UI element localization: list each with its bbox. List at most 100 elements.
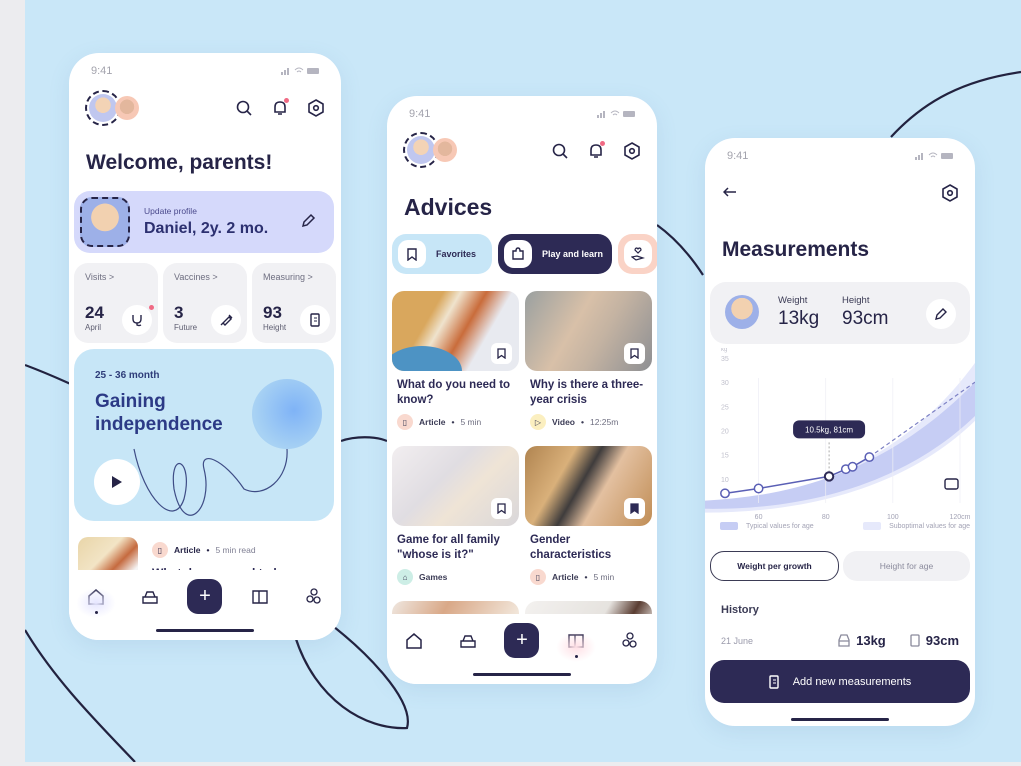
card-duration: 12:25m [589, 417, 619, 427]
separator: • [451, 417, 455, 427]
nav-growth[interactable] [613, 624, 647, 658]
y-tick-label: 10 [721, 477, 729, 484]
status-bar: 9:41 [727, 148, 955, 164]
card-type: Video [552, 417, 575, 427]
legend-label: Suboptimal values for age [889, 522, 970, 530]
add-button[interactable]: + [504, 623, 540, 658]
nav-games[interactable] [133, 580, 167, 614]
growth-chart[interactable]: 10 15 20 25 30 35 kg 60 80 100 120cm 10.5kg, 81cm [705, 348, 975, 538]
bookmark-icon[interactable] [491, 498, 512, 519]
avatar-second[interactable] [433, 138, 457, 162]
nav-games[interactable] [451, 624, 485, 658]
card-type: Games [419, 572, 448, 582]
chip-play-and-learn[interactable]: Play and learn [498, 234, 612, 274]
card-image [525, 291, 652, 371]
history-row[interactable]: 21 June 13kg 93cm [721, 633, 959, 648]
settings-icon[interactable] [941, 184, 959, 202]
y-tick-label: 25 [721, 404, 729, 411]
nav-advices[interactable] [556, 624, 597, 662]
tab-weight-per-growth[interactable]: Weight per growth [710, 551, 839, 581]
avatar-second[interactable] [115, 96, 139, 120]
notification-dot [600, 141, 605, 146]
tab-height-for-age[interactable]: Height for age [843, 551, 970, 581]
tooltip-text: 10.5kg, 81cm [805, 425, 853, 434]
card-type: Article [552, 572, 579, 582]
nav-home[interactable] [76, 580, 117, 618]
data-point [753, 483, 764, 494]
play-button[interactable] [94, 459, 140, 505]
syringe-icon[interactable] [211, 305, 241, 335]
x-tick-label: 120cm [949, 514, 970, 521]
add-button[interactable]: + [187, 579, 223, 614]
add-measurements-button[interactable]: Add new measurements [710, 660, 970, 703]
chip-label: Favorites [436, 249, 477, 259]
nav-advices[interactable] [243, 580, 277, 614]
add-button-label: Add new measurements [792, 675, 912, 688]
heart-hand-icon [624, 240, 652, 268]
data-point [847, 461, 858, 472]
advice-card[interactable]: Why is there a three-year crisis ▷ Video •… [525, 291, 652, 436]
stat-value: 93 [263, 303, 282, 322]
bell-icon[interactable] [587, 141, 605, 160]
stat-vaccines[interactable]: Vaccines >3 Future [163, 263, 247, 343]
nav-growth[interactable] [297, 580, 331, 614]
status-bar: 9:41 [91, 63, 321, 79]
search-icon[interactable] [235, 99, 253, 117]
settings-icon[interactable] [307, 99, 325, 117]
child-avatars[interactable] [403, 132, 457, 168]
bookmark-icon [398, 240, 426, 268]
card-title: What do you need to know? [397, 379, 511, 406]
book-icon [251, 590, 268, 604]
stethoscope-icon[interactable] [122, 305, 154, 335]
background-canvas: 9:41 Welcome, parents! Update profile Da… [25, 0, 1021, 762]
legend-label: Typical values for age [746, 522, 814, 530]
puzzle-icon [504, 240, 532, 268]
card-title: Game for all family "whose is it?" [397, 534, 500, 561]
signal-icons [597, 109, 637, 119]
page-title: Advices [404, 194, 493, 220]
signal-icons [281, 66, 321, 76]
bell-icon[interactable] [271, 98, 289, 117]
advice-card[interactable]: Gender characteristics ▯ Article • 5 min [525, 446, 652, 591]
fullscreen-icon[interactable] [944, 478, 959, 490]
advice-card[interactable]: What do you need to know? ▯ Article • 5 min [392, 291, 519, 436]
chip-label: Play and learn [542, 249, 604, 259]
weight-value: 13kg [778, 308, 820, 329]
card-title: Gender characteristics [530, 534, 612, 561]
stat-sub: April [85, 323, 102, 332]
stat-sub: Height [263, 323, 287, 332]
settings-icon[interactable] [623, 142, 641, 160]
advice-card[interactable]: Game for all family "whose is it?" ⌂ Game… [392, 446, 519, 591]
home-screen: 9:41 Welcome, parents! Update profile Da… [69, 53, 341, 640]
bookmark-filled-icon[interactable] [624, 498, 645, 519]
separator: • [206, 545, 210, 555]
back-arrow-icon[interactable] [722, 185, 737, 203]
separator: • [584, 572, 588, 582]
history-date: 21 June [721, 635, 754, 646]
weight-label: Weight [778, 295, 808, 306]
ruler-icon [768, 674, 779, 689]
advices-screen: 9:41 Advices Favorites Play and learn Wh… [387, 96, 657, 684]
y-tick-label: 30 [721, 380, 729, 387]
status-bar: 9:41 [409, 106, 637, 122]
child-avatars[interactable] [85, 90, 139, 126]
bookmark-icon[interactable] [624, 343, 645, 364]
feature-card[interactable]: 25 - 36 month Gaining independence [74, 349, 334, 521]
profile-card[interactable]: Update profile Daniel, 2y. 2 mo. [74, 191, 334, 253]
nav-home[interactable] [397, 624, 431, 658]
stat-visits[interactable]: Visits >24 April [74, 263, 158, 343]
stat-measuring[interactable]: Measuring >93 Height [252, 263, 336, 343]
edit-icon[interactable] [926, 299, 956, 329]
ruler-icon[interactable] [300, 305, 330, 335]
page-title: Welcome, parents! [86, 151, 273, 174]
home-icon [406, 633, 422, 649]
bookmark-icon[interactable] [491, 343, 512, 364]
search-icon[interactable] [551, 142, 569, 160]
history-weight-value: 13kg [856, 633, 886, 648]
chip-care[interactable] [618, 234, 657, 274]
card-image [525, 446, 652, 526]
home-indicator [473, 673, 571, 676]
y-tick-label: 20 [721, 429, 729, 436]
edit-icon[interactable] [300, 213, 316, 234]
chip-favorites[interactable]: Favorites [392, 234, 492, 274]
